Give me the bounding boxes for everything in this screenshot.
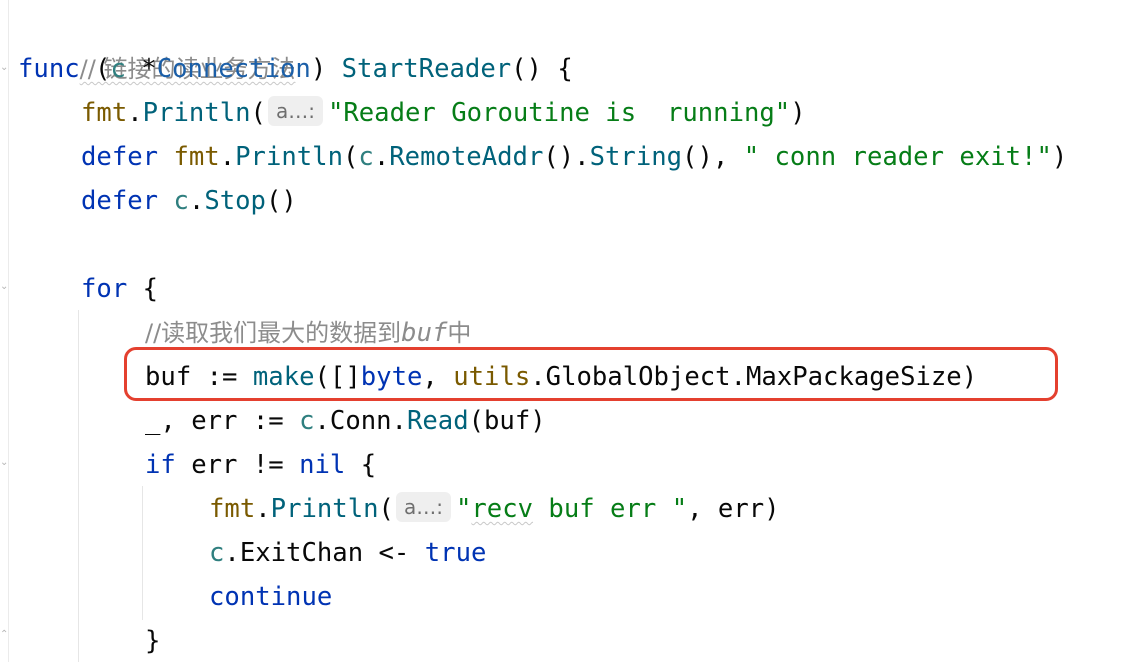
- comment: //读取我们最大的数据到: [145, 319, 402, 347]
- punct: ): [790, 98, 806, 128]
- bool-literal: true: [424, 538, 487, 568]
- condition: err !=: [175, 450, 300, 480]
- channel-send: .ExitChan <-: [224, 538, 425, 568]
- code-line-close-brace[interactable]: }: [145, 619, 160, 663]
- punct: .: [219, 142, 236, 172]
- punct: , err): [687, 494, 780, 524]
- punct: *: [125, 54, 157, 84]
- keyword: defer: [81, 186, 159, 216]
- punct: (: [79, 54, 111, 84]
- string-literal: buf err ": [533, 494, 688, 524]
- keyword: for: [81, 274, 128, 304]
- punct: (: [250, 98, 266, 128]
- punct: () {: [511, 54, 573, 84]
- package: fmt: [209, 494, 256, 524]
- keyword: if: [145, 450, 176, 480]
- keyword: defer: [81, 142, 159, 172]
- punct: (),: [682, 142, 744, 172]
- nil-keyword: nil: [299, 450, 346, 480]
- punct: ): [1051, 142, 1068, 172]
- comment: 中: [447, 319, 472, 347]
- string-literal-typo: recv: [471, 494, 534, 524]
- code-line-func-decl[interactable]: func (c *Connection) StartReader() {: [18, 47, 573, 91]
- punct: .: [373, 142, 390, 172]
- punct: ): [310, 54, 342, 84]
- punct: .: [255, 494, 271, 524]
- parameter-hint[interactable]: a…:: [267, 96, 323, 126]
- fold-marker-func[interactable]: ⌄: [0, 63, 8, 73]
- function-call: Println: [270, 494, 379, 524]
- method-call: RemoteAddr: [389, 142, 544, 172]
- punct: {: [127, 274, 159, 304]
- receiver: c: [110, 54, 126, 84]
- code-line-for[interactable]: for {: [81, 267, 158, 311]
- keyword: func: [18, 54, 80, 84]
- punct: ().: [543, 142, 590, 172]
- editor-gutter: [0, 0, 9, 662]
- fold-marker-if[interactable]: ⌄: [0, 458, 8, 468]
- punct: (: [343, 142, 359, 172]
- punct: .: [127, 98, 143, 128]
- punct: .: [188, 186, 205, 216]
- punct: (): [265, 186, 297, 216]
- type-name: Connection: [156, 54, 311, 84]
- code-line-conn-read[interactable]: _, err := c.Conn.Read(buf): [145, 399, 546, 443]
- package: fmt: [81, 98, 128, 128]
- code-line-continue[interactable]: continue: [209, 575, 332, 619]
- receiver: c: [358, 142, 374, 172]
- punct: {: [345, 450, 377, 480]
- parameter-hint[interactable]: a…:: [395, 492, 451, 522]
- indent-guide-if: [142, 486, 143, 620]
- package: fmt: [173, 142, 220, 172]
- code-line-exit-chan[interactable]: c.ExitChan <- true: [209, 531, 486, 575]
- receiver: c: [299, 406, 315, 436]
- fold-marker-for[interactable]: ⌄: [0, 282, 8, 292]
- code-editor[interactable]: ⌄ ⌄ ⌄ ⌃ // 链接的读业务方法 func (c *Connection)…: [0, 0, 1130, 662]
- code-line-comment-header[interactable]: // 链接的读业务方法: [18, 3, 296, 83]
- function-name: StartReader: [341, 54, 512, 84]
- string-literal: ": [455, 494, 472, 524]
- fold-marker-if-end[interactable]: ⌃: [0, 630, 8, 640]
- code-line-if[interactable]: if err != nil {: [145, 443, 376, 487]
- assignment: _, err :=: [145, 406, 300, 436]
- string-literal: " conn reader exit!": [743, 142, 1052, 172]
- field-access: .Conn.: [314, 406, 407, 436]
- indent-guide-for: [78, 310, 79, 662]
- highlight-annotation-box: [124, 347, 1058, 401]
- method-call: String: [589, 142, 683, 172]
- receiver: c: [173, 186, 189, 216]
- method-call: Stop: [204, 186, 266, 216]
- function-call: Println: [235, 142, 343, 172]
- punct: (: [378, 494, 394, 524]
- code-line-recv-err[interactable]: fmt.Println(a…: "recv buf err ", err): [209, 487, 780, 531]
- punct: (buf): [468, 406, 546, 436]
- code-line-defer-stop[interactable]: defer c.Stop(): [81, 179, 297, 223]
- function-call: Println: [142, 98, 251, 128]
- receiver: c: [209, 538, 225, 568]
- code-line-defer-println[interactable]: defer fmt.Println(c.RemoteAddr().String(…: [81, 135, 1067, 179]
- keyword: continue: [209, 582, 333, 612]
- comment-italic: buf: [401, 318, 448, 348]
- code-line-println[interactable]: fmt.Println(a…: "Reader Goroutine is runn…: [81, 91, 806, 135]
- string-literal: "Reader Goroutine is running": [327, 98, 791, 128]
- punct: }: [145, 626, 161, 656]
- method-call: Read: [406, 406, 469, 436]
